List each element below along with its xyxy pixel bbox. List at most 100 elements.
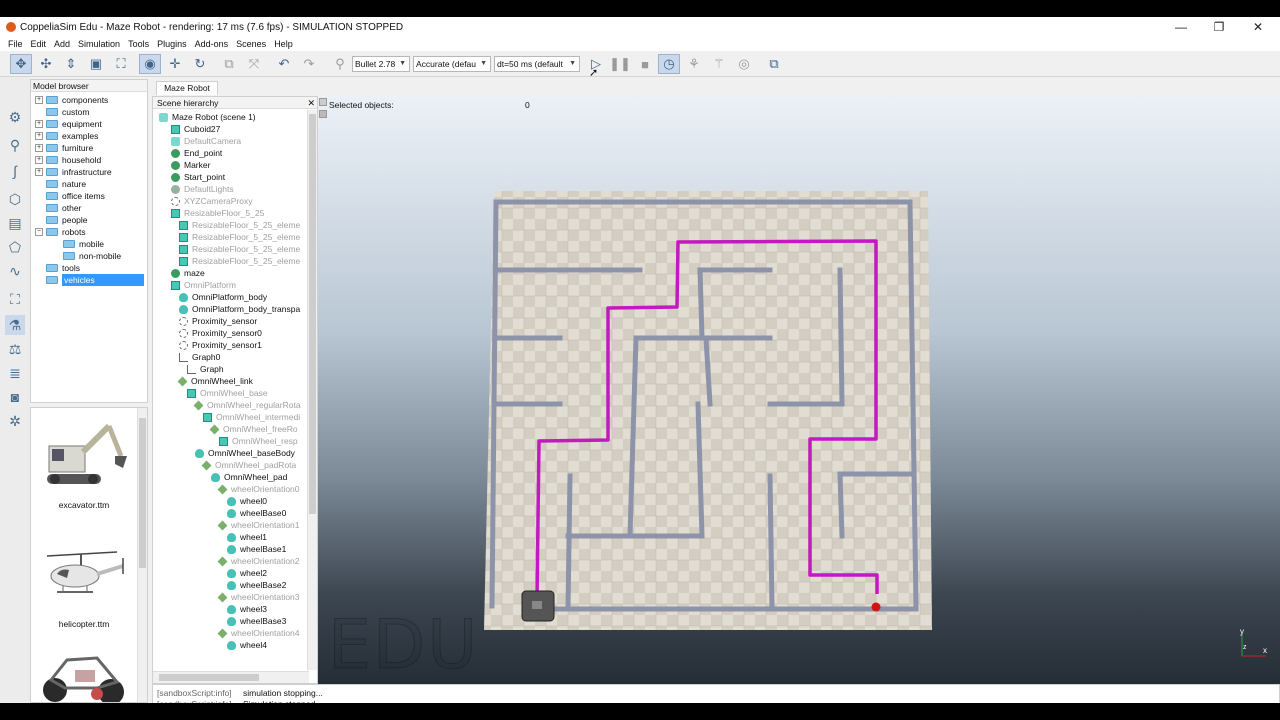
close-button[interactable]: ✕ (1238, 17, 1278, 37)
maximize-button[interactable]: ❐ (1199, 17, 1239, 37)
model-folder-non-mobile[interactable]: non-mobile (63, 250, 121, 262)
click-selection-icon[interactable]: ◉ (139, 54, 161, 74)
scene-viewport[interactable]: Selected objects: 0 EDU y z x (318, 96, 1280, 686)
expand-icon[interactable]: + (35, 156, 43, 164)
scene-hierarchy-icon[interactable]: ⚖ (5, 339, 25, 359)
collections-icon[interactable]: ⬡ (5, 189, 25, 209)
hierarchy-item[interactable]: wheel1 (227, 531, 267, 543)
menu-edit[interactable]: Edit (31, 39, 47, 49)
viewport-menu-icon[interactable] (319, 98, 327, 106)
scrollbar-thumb[interactable] (139, 418, 146, 568)
menu-addons[interactable]: Add-ons (195, 39, 229, 49)
hierarchy-item[interactable]: ResizableFloor_5_25_eleme (179, 231, 300, 243)
hierarchy-hscrollbar[interactable] (153, 671, 309, 683)
hierarchy-item[interactable]: OmniWheel_link (177, 375, 253, 387)
hierarchy-item[interactable]: wheelOrientation1 (217, 519, 300, 531)
object-shift-icon[interactable]: ✛ (164, 54, 186, 74)
hierarchy-item[interactable]: Proximity_sensor0 (179, 327, 262, 339)
hierarchy-item[interactable]: wheelBase2 (227, 579, 286, 591)
menu-scenes[interactable]: Scenes (236, 39, 266, 49)
path-edit-icon[interactable]: ∿ (5, 261, 25, 281)
model-folder-infrastructure[interactable]: + infrastructure (35, 166, 112, 178)
hierarchy-item[interactable]: Graph (187, 363, 224, 375)
visualization-toggle-icon[interactable]: ◎ (733, 54, 755, 74)
model-folder-equipment[interactable]: + equipment (35, 118, 102, 130)
user-settings-icon[interactable]: ✲ (5, 411, 25, 431)
shape-edit-icon[interactable]: ⬠ (5, 237, 25, 257)
hierarchy-item[interactable]: wheelBase3 (227, 615, 286, 627)
expand-icon[interactable]: + (35, 168, 43, 176)
model-folder-household[interactable]: + household (35, 154, 101, 166)
buggy-thumbnail-icon[interactable] (37, 652, 129, 703)
expand-icon[interactable]: + (35, 132, 43, 140)
tab-maze-robot[interactable]: Maze Robot (156, 81, 218, 95)
expand-icon[interactable]: + (35, 120, 43, 128)
calculation-modules-icon[interactable]: ∫ (5, 161, 25, 181)
close-icon[interactable]: ✕ (307, 97, 315, 109)
transfer-dna-icon[interactable]: ⤧ (243, 54, 265, 74)
hierarchy-item[interactable]: maze (171, 267, 205, 279)
hierarchy-item[interactable]: OmniWheel_padRota (201, 459, 296, 471)
camera-rotate-icon[interactable]: ✣ (35, 54, 57, 74)
hierarchy-item[interactable]: OmniPlatform_body_transpa (179, 303, 300, 315)
model-folder-other[interactable]: other (46, 202, 81, 214)
hierarchy-item[interactable]: End_point (171, 147, 222, 159)
model-folder-tools[interactable]: tools (46, 262, 80, 274)
hierarchy-item[interactable]: Proximity_sensor1 (179, 339, 262, 351)
end-point-marker[interactable] (871, 602, 881, 612)
hierarchy-item[interactable]: Maze Robot (scene 1) (159, 111, 256, 123)
hierarchy-item[interactable]: Start_point (171, 171, 225, 183)
hierarchy-item[interactable]: wheelOrientation0 (217, 483, 300, 495)
menu-file[interactable]: File (8, 39, 23, 49)
hierarchy-item[interactable]: OmniWheel_regularRota (193, 399, 301, 411)
expand-icon[interactable]: + (35, 144, 43, 152)
model-folder-people[interactable]: people (46, 214, 88, 226)
thumbnails-scrollbar[interactable] (137, 408, 147, 702)
assemble-icon[interactable]: ⧉ (218, 54, 240, 74)
speed-up-icon[interactable]: ⚚ (708, 54, 730, 74)
menu-add[interactable]: Add (54, 39, 70, 49)
hierarchy-item[interactable]: ResizableFloor_5_25 (171, 207, 264, 219)
hierarchy-item[interactable]: ResizableFloor_5_25_eleme (179, 219, 300, 231)
hierarchy-item[interactable]: ResizableFloor_5_25_eleme (179, 243, 300, 255)
redo-icon[interactable]: ↷ (298, 54, 320, 74)
scripts-icon[interactable]: ▤ (5, 213, 25, 233)
realtime-mode-icon[interactable]: ◷ (658, 54, 680, 74)
hierarchy-item[interactable]: OmniWheel_intermedi (203, 411, 300, 423)
stop-simulation-icon[interactable]: ■ (634, 54, 656, 74)
model-browser-icon[interactable]: ⚗ (5, 315, 25, 335)
hierarchy-item[interactable]: Cuboid27 (171, 123, 220, 135)
undo-icon[interactable]: ↶ (273, 54, 295, 74)
model-folder-robots[interactable]: − robots (35, 226, 86, 238)
model-folder-examples[interactable]: + examples (35, 130, 98, 142)
excavator-thumbnail-icon[interactable] (37, 416, 129, 496)
hierarchy-item[interactable]: OmniPlatform (171, 279, 236, 291)
hierarchy-item[interactable]: Proximity_sensor (179, 315, 257, 327)
slow-down-icon[interactable]: ⚘ (683, 54, 705, 74)
object-rotate-icon[interactable]: ↻ (189, 54, 211, 74)
hierarchy-vscrollbar[interactable] (307, 110, 317, 670)
hierarchy-item[interactable]: wheel3 (227, 603, 267, 615)
selection-icon[interactable]: ⛶ (5, 289, 25, 309)
model-folder-custom[interactable]: custom (46, 106, 89, 118)
timestep-select[interactable]: dt=50 ms (default ▼ (494, 56, 580, 72)
magnifier-icon[interactable]: ⚲ (5, 135, 25, 155)
camera-angle-icon[interactable]: ▣ (85, 54, 107, 74)
hierarchy-item[interactable]: DefaultLights (171, 183, 234, 195)
hierarchy-item[interactable]: OmniWheel_freeRo (209, 423, 298, 435)
hierarchy-item[interactable]: OmniWheel_baseBody (195, 447, 295, 459)
hierarchy-item[interactable]: wheelBase0 (227, 507, 286, 519)
hierarchy-item[interactable]: XYZCameraProxy (171, 195, 253, 207)
hierarchy-item[interactable]: OmniWheel_resp (219, 435, 298, 447)
menu-plugins[interactable]: Plugins (157, 39, 187, 49)
scrollbar-thumb[interactable] (159, 674, 259, 681)
simulation-settings-icon[interactable]: ⚙ (5, 107, 25, 127)
model-folder-office-items[interactable]: office items (46, 190, 105, 202)
dynamics-icon[interactable]: ⚲ (329, 54, 351, 74)
minimize-button[interactable]: — (1161, 17, 1201, 37)
hierarchy-item[interactable]: ResizableFloor_5_25_eleme (179, 255, 300, 267)
camera-shift-icon[interactable]: ⇕ (60, 54, 82, 74)
scrollbar-thumb[interactable] (309, 114, 316, 514)
hierarchy-item[interactable]: wheelOrientation4 (217, 627, 300, 639)
camera-pan-icon[interactable]: ✥ (10, 54, 32, 74)
